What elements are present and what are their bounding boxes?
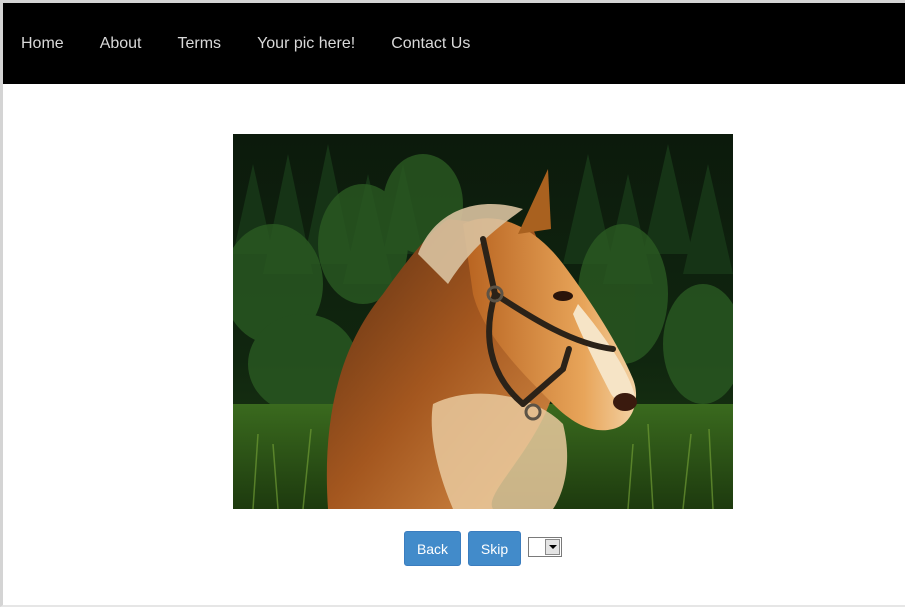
skip-button[interactable]: Skip xyxy=(468,531,521,566)
top-navbar: Home About Terms Your pic here! Contact … xyxy=(3,3,905,84)
nav-home-link[interactable]: Home xyxy=(21,35,64,53)
nav-terms-link[interactable]: Terms xyxy=(178,35,222,53)
navigation-controls: Back Skip xyxy=(404,531,562,566)
horse-photo xyxy=(233,134,733,509)
nav-contact-link[interactable]: Contact Us xyxy=(391,35,470,53)
back-button[interactable]: Back xyxy=(404,531,461,566)
chevron-down-icon[interactable] xyxy=(545,538,560,555)
horse-photo-illustration xyxy=(233,134,733,509)
nav-your-pic-link[interactable]: Your pic here! xyxy=(257,35,355,53)
nav-about-link[interactable]: About xyxy=(100,35,142,53)
rating-select[interactable] xyxy=(528,536,562,557)
